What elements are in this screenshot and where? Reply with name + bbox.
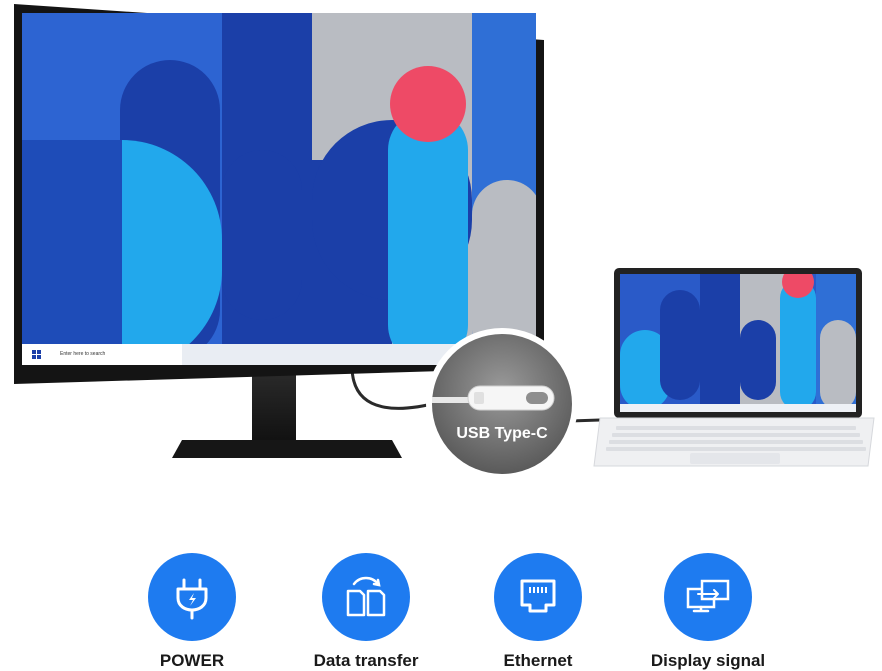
- power-plug-icon: [148, 553, 236, 641]
- laptop: [539, 268, 875, 467]
- feature-display-signal: Display signal: [633, 553, 783, 671]
- laptop-touchpad: [690, 453, 780, 464]
- feature-label: Ethernet: [503, 651, 573, 670]
- feature-label: POWER: [159, 651, 225, 670]
- feature-ethernet: Ethernet: [463, 553, 613, 671]
- usb-type-c-label: USB Type-C: [456, 425, 548, 442]
- display-signal-icon: [664, 553, 752, 641]
- data-transfer-icon: [322, 553, 410, 641]
- ethernet-port-icon: [494, 553, 582, 641]
- feature-label: Display signal: [650, 651, 766, 670]
- monitor-stand-base: [172, 440, 402, 458]
- feature-label: Data transfer: [313, 651, 419, 670]
- feature-power: POWER: [117, 553, 267, 671]
- usb-c-connector-callout: [426, 328, 578, 480]
- monitor-stand-neck: [252, 372, 296, 442]
- feature-data-transfer: Data transfer: [291, 553, 441, 671]
- taskbar-search-text: Enter here to search: [60, 351, 106, 357]
- laptop-screen: [620, 274, 856, 412]
